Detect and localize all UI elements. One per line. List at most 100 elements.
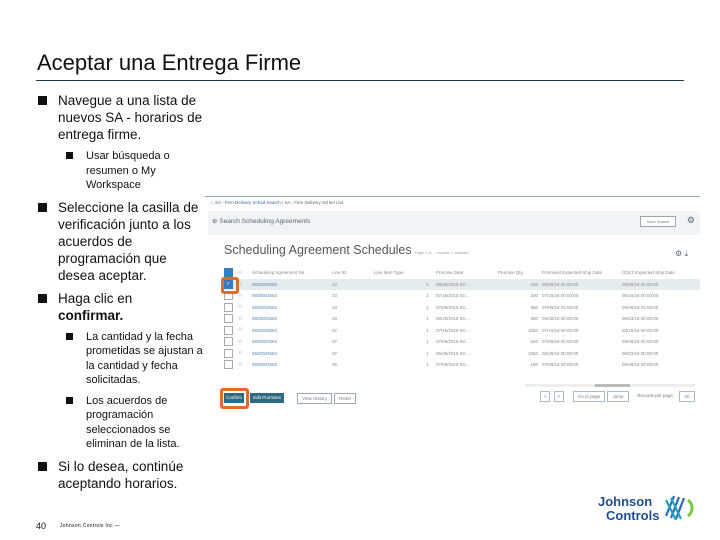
promise-date[interactable]: 07/09/2018 03:... xyxy=(434,359,496,371)
sa-number-link[interactable]: 5500003563 xyxy=(250,336,330,348)
column-header[interactable]: Line Item Type xyxy=(372,267,424,279)
table-row[interactable]: ☉ 5500003563 33 1 07/18/2018 03:... 300 07/16/… xyxy=(222,290,700,302)
line-item-type xyxy=(372,348,424,360)
save-search-button[interactable]: Save Search xyxy=(640,216,676,227)
column-header[interactable]: Scheduling Agreement No. xyxy=(250,267,330,279)
jump-button[interactable]: Jump xyxy=(607,391,629,402)
promise-qty[interactable]: 1050 xyxy=(496,348,540,360)
view-history-button[interactable]: View History xyxy=(297,393,332,404)
goto-page-input[interactable]: Go to page xyxy=(573,391,605,402)
bullet-3: Haga clic en confirmar. xyxy=(36,290,206,324)
reset-button[interactable]: Reset xyxy=(334,393,356,404)
row-checkbox[interactable] xyxy=(224,325,233,335)
column-header[interactable]: Promise Date xyxy=(434,267,496,279)
row-checkbox[interactable] xyxy=(224,302,233,312)
promised-expected-ship-date: 07/09/18 00:00:00 xyxy=(542,362,579,368)
table-row[interactable]: ☉ 5500003563 33 1 07/09/2018 03:... 350 07/09/… xyxy=(222,302,700,314)
sa-number-link[interactable]: 5500003563 xyxy=(250,290,330,302)
settings-icon[interactable]: ⚙ xyxy=(675,249,682,258)
promise-qty[interactable]: 520 xyxy=(496,336,540,348)
table-row[interactable]: ☉ 5500003563 37 1 07/09/2018 03:... 520 07/09/… xyxy=(222,336,700,348)
row-info-icon[interactable]: ☉ xyxy=(236,348,250,360)
next-page-button[interactable]: > xyxy=(554,391,564,402)
home-icon[interactable]: ⌂ xyxy=(211,200,214,205)
sa-number-link[interactable]: 5500003563 xyxy=(250,313,330,325)
logo-line-2: Controls xyxy=(606,508,660,523)
promised-expected-ship-date: 06/29/18 00:00:00 xyxy=(542,350,579,356)
app-screenshot: ⌂ SA - Firm Delivery Sched Search / SA -… xyxy=(205,196,700,411)
promise-qty[interactable]: 300 xyxy=(496,313,540,325)
row-select-cell[interactable] xyxy=(222,313,236,325)
line-id: 33 xyxy=(332,304,338,310)
prev-page-button[interactable]: < xyxy=(540,391,550,402)
table-row[interactable]: ☉ 5500003563 37 1 06/29/2018 03:... 1050 06/29… xyxy=(222,348,700,360)
promise-qty[interactable]: 150 xyxy=(496,278,540,290)
row-info-icon[interactable]: ☉ xyxy=(236,359,250,371)
row-select-cell[interactable] xyxy=(222,325,236,337)
promise-date[interactable]: 07/09/2018 03:... xyxy=(434,336,496,348)
line-item-type xyxy=(372,359,424,371)
column-header[interactable]: Promise Qty. xyxy=(496,267,540,279)
bullet-square-icon xyxy=(38,461,47,471)
row-select-cell[interactable] xyxy=(222,302,236,314)
row-select-cell[interactable] xyxy=(222,348,236,360)
promise-qty[interactable]: 350 xyxy=(496,302,540,314)
row-checkbox[interactable] xyxy=(224,348,233,358)
sub-bullet-3-2: Los acuerdos de programación seleccionad… xyxy=(36,394,206,452)
column-header[interactable]: Promised Expected Ship Date xyxy=(540,267,620,279)
promise-date[interactable]: 07/09/2018 03:... xyxy=(434,302,496,314)
bullet-text: La cantidad y la fecha prometidas se aju… xyxy=(86,330,203,387)
row-info-icon[interactable]: ☉ xyxy=(236,302,250,314)
row-index: 1 xyxy=(426,327,429,333)
download-icon[interactable]: ⤓ xyxy=(684,249,688,258)
column-header[interactable] xyxy=(424,267,434,279)
select-all-checkbox[interactable] xyxy=(224,268,233,278)
table-row[interactable]: ☉ 5500003563 37 1 07/16/2018 03:... 1050 07/16… xyxy=(222,325,700,337)
table-row[interactable]: ☉ 5500003563 33 1 06/29/2018 03:... 300 06/29/… xyxy=(222,313,700,325)
sa-number-link[interactable]: 5500003563 xyxy=(250,359,330,371)
promise-date[interactable]: 06/29/2018 03:... xyxy=(434,278,496,290)
bullet-list: Navegue a una lista de nuevos SA - horar… xyxy=(36,92,206,498)
sa-number-link[interactable]: 5500003563 xyxy=(250,302,330,314)
records-per-page-select[interactable]: 20 xyxy=(679,391,695,402)
row-checkbox[interactable] xyxy=(224,314,233,324)
line-item-type xyxy=(372,325,424,337)
promised-expected-ship-date: 07/16/18 00:00:00 xyxy=(542,293,579,299)
table-tools: ⚙ ⤓ xyxy=(675,249,688,259)
sa-number-link[interactable]: 5500003563 xyxy=(250,325,330,337)
bullet-text: Los acuerdos de programación seleccionad… xyxy=(86,394,180,451)
row-info-icon[interactable]: ☉ xyxy=(236,325,250,337)
table-row[interactable]: ☉ 5500003563 35 1 07/09/2018 03:... 180 07/09/… xyxy=(222,359,700,371)
column-header[interactable]: OOLT Expected Ship Date xyxy=(620,267,700,279)
row-select-cell[interactable] xyxy=(222,336,236,348)
confirm-highlight xyxy=(220,388,249,409)
sa-number-link[interactable]: 5500003563 xyxy=(250,278,330,290)
heading-meta: Page 1 of ... records, 1 selected xyxy=(415,251,469,255)
row-info-icon[interactable]: ☉ xyxy=(236,313,250,325)
column-header[interactable]: ☉ xyxy=(236,267,250,279)
breadcrumb-search[interactable]: SA - Firm Delivery Sched Search xyxy=(215,200,281,205)
horizontal-scrollbar[interactable] xyxy=(525,384,695,387)
search-toggle[interactable]: ⊕ Search Scheduling Agreements xyxy=(212,217,310,225)
row-index: 1 xyxy=(426,362,429,368)
promise-date[interactable]: 06/29/2018 03:... xyxy=(434,348,496,360)
edit-promises-button[interactable]: Edit Promises xyxy=(250,393,284,403)
promised-expected-ship-date: 07/09/18 00:00:00 xyxy=(542,304,579,310)
sa-number-link[interactable]: 5500003563 xyxy=(250,348,330,360)
promised-expected-ship-date: 06/29/18 00:00:00 xyxy=(542,316,579,322)
row-checkbox[interactable] xyxy=(224,360,233,370)
row-info-icon[interactable]: ☉ xyxy=(236,336,250,348)
gear-icon[interactable]: ⚙ xyxy=(687,215,695,226)
promised-expected-ship-date: 07/16/18 00:00:00 xyxy=(542,327,579,333)
promise-date[interactable]: 06/29/2018 03:... xyxy=(434,313,496,325)
promise-qty[interactable]: 1050 xyxy=(496,325,540,337)
row-checkbox[interactable] xyxy=(224,337,233,347)
column-header[interactable]: Line ID xyxy=(330,267,372,279)
scroll-thumb[interactable] xyxy=(595,384,630,387)
promise-date[interactable]: 07/18/2018 03:... xyxy=(434,290,496,302)
promise-qty[interactable]: 180 xyxy=(496,359,540,371)
table-row[interactable]: ✓ ☉ 5500003563 33 1 06/29/2018 03:... 150 06/29… xyxy=(222,278,700,290)
row-select-cell[interactable] xyxy=(222,359,236,371)
promise-qty[interactable]: 300 xyxy=(496,290,540,302)
promise-date[interactable]: 07/16/2018 03:... xyxy=(434,325,496,337)
